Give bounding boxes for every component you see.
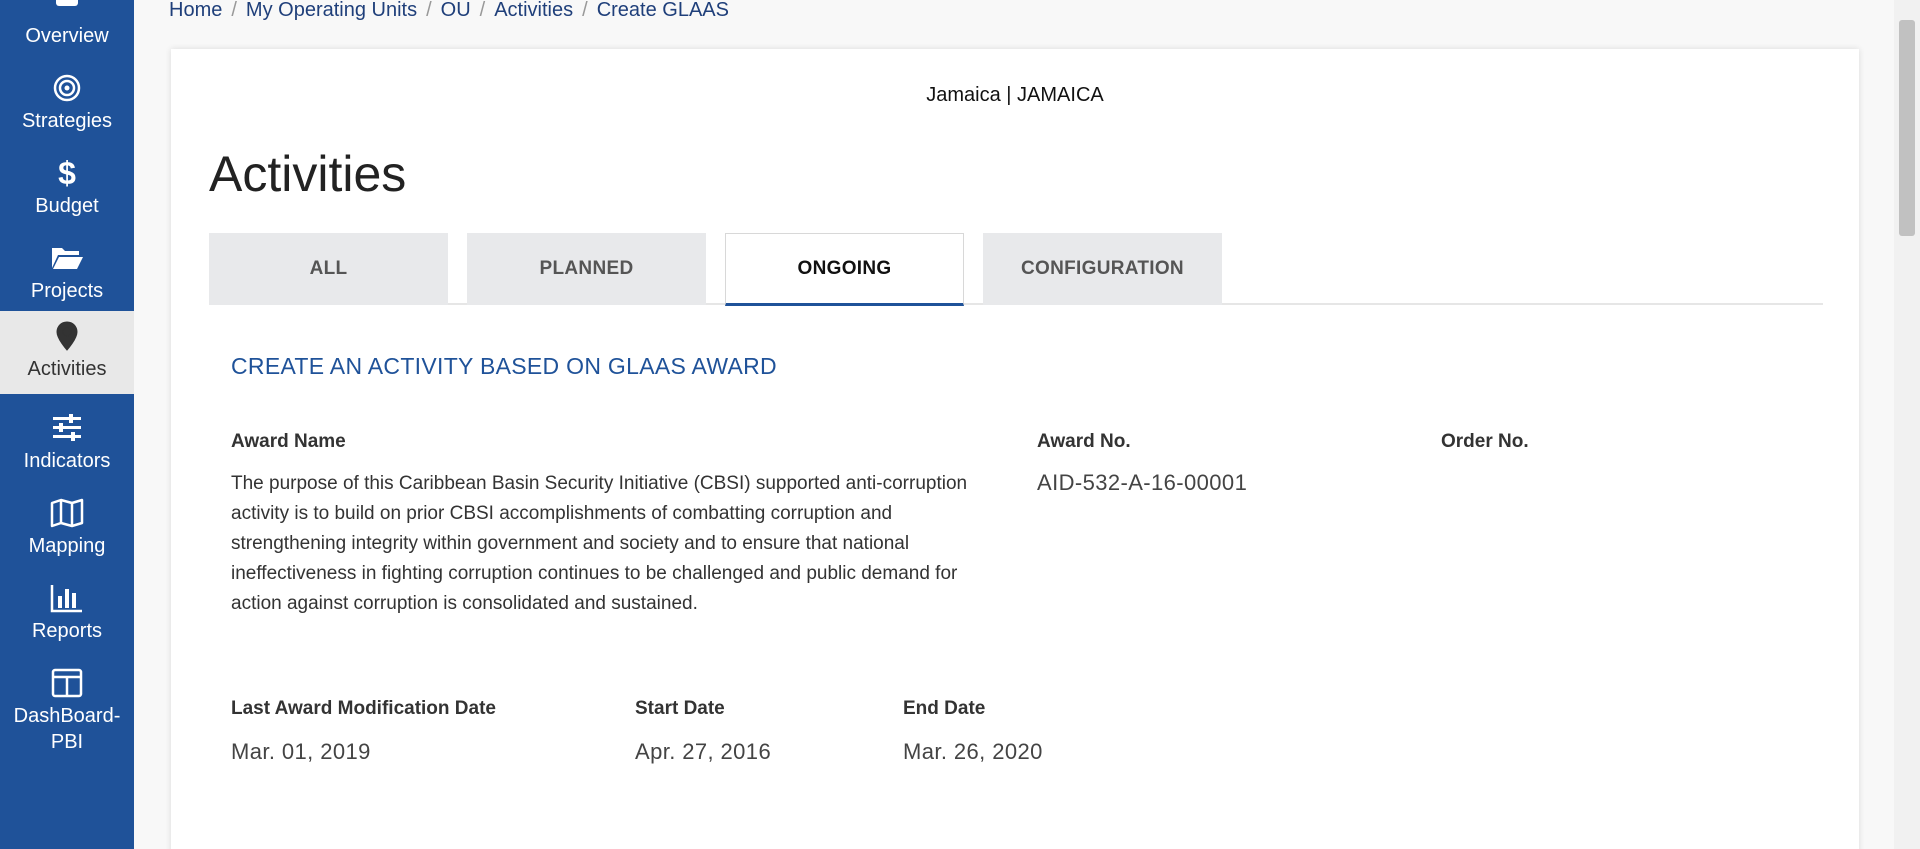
- breadcrumb-ou[interactable]: OU: [441, 0, 471, 22]
- breadcrumb-home[interactable]: Home: [169, 0, 222, 22]
- sliders-icon: [50, 411, 84, 445]
- sidebar-item-label: Mapping: [28, 535, 106, 557]
- award-number-label: Award No.: [1037, 431, 1131, 452]
- operating-unit-title: Jamaica | JAMAICA: [926, 84, 1104, 106]
- breadcrumb: Home / My Operating Units / OU / Activit…: [169, 0, 729, 23]
- breadcrumb-activities[interactable]: Activities: [494, 0, 573, 22]
- sidebar-item-budget[interactable]: $ Budget: [0, 148, 134, 233]
- sidebar-item-label: Budget: [35, 195, 99, 217]
- map-pin-icon: [50, 319, 84, 353]
- activity-tabs: ALL PLANNED ONGOING CONFIGURATION: [209, 233, 1823, 306]
- award-name-value: The purpose of this Caribbean Basin Secu…: [231, 473, 968, 614]
- sidebar-item-label: Indicators: [23, 450, 111, 472]
- start-date-value: Apr. 27, 2016: [635, 739, 772, 764]
- sidebar-item-indicators[interactable]: Indicators: [0, 403, 134, 488]
- breadcrumb-separator: /: [479, 0, 486, 21]
- breadcrumb-separator: /: [582, 0, 588, 21]
- sidebar-item-reports[interactable]: Reports: [0, 573, 134, 658]
- start-date-label: Start Date: [635, 698, 725, 719]
- overview-icon: [50, 0, 84, 20]
- sidebar-item-label: Activities: [27, 358, 107, 380]
- page-title: Activities: [209, 146, 407, 202]
- tab-configuration[interactable]: CONFIGURATION: [983, 233, 1222, 305]
- tab-all[interactable]: ALL: [209, 233, 448, 305]
- target-icon: [50, 71, 84, 105]
- sidebar-item-mapping[interactable]: Mapping: [0, 488, 134, 573]
- end-date-value: Mar. 26, 2020: [903, 739, 1043, 764]
- order-number-label: Order No.: [1441, 431, 1529, 452]
- sidebar-item-label: Overview: [25, 25, 109, 47]
- dashboard-icon: [50, 666, 84, 700]
- end-date-label: End Date: [903, 698, 986, 719]
- breadcrumb-create-glaas[interactable]: Create GLAAS: [597, 0, 729, 22]
- main-card: Jamaica | JAMAICA Activities ALL PLANNED…: [171, 49, 1859, 849]
- sidebar-item-label: DashBoard-PBI: [13, 705, 121, 753]
- breadcrumb-separator: /: [426, 0, 432, 21]
- sidebar-item-activities[interactable]: Activities: [0, 311, 134, 394]
- folder-icon: [50, 241, 84, 275]
- sidebar-item-overview[interactable]: Overview: [0, 0, 134, 63]
- award-name-label: Award Name: [231, 431, 346, 452]
- breadcrumb-my-operating-units[interactable]: My Operating Units: [246, 0, 417, 22]
- scrollbar-thumb[interactable]: [1899, 20, 1915, 236]
- dollar-icon: $: [58, 154, 76, 191]
- tab-planned[interactable]: PLANNED: [467, 233, 706, 305]
- sidebar-item-label: Strategies: [21, 110, 113, 132]
- sidebar-nav: Overview Strategies $ Budget Projects Ac…: [0, 0, 134, 849]
- bar-chart-icon: [50, 581, 84, 615]
- sidebar-item-strategies[interactable]: Strategies: [0, 63, 134, 148]
- last-modification-date-value: Mar. 01, 2019: [231, 739, 371, 764]
- map-icon: [50, 496, 84, 530]
- sidebar-item-projects[interactable]: Projects: [0, 233, 134, 318]
- sidebar-item-label: Reports: [31, 620, 103, 642]
- breadcrumb-separator: /: [231, 0, 237, 21]
- page-scrollbar[interactable]: [1894, 0, 1920, 849]
- sidebar-item-dashboard-pbi[interactable]: DashBoard-PBI: [0, 658, 134, 758]
- last-modification-date-label: Last Award Modification Date: [231, 698, 496, 719]
- section-title: CREATE AN ACTIVITY BASED ON GLAAS AWARD: [231, 353, 777, 379]
- sidebar-item-label: Projects: [30, 280, 104, 302]
- tab-ongoing[interactable]: ONGOING: [725, 233, 964, 306]
- award-number-value: AID-532-A-16-00001: [1037, 470, 1248, 495]
